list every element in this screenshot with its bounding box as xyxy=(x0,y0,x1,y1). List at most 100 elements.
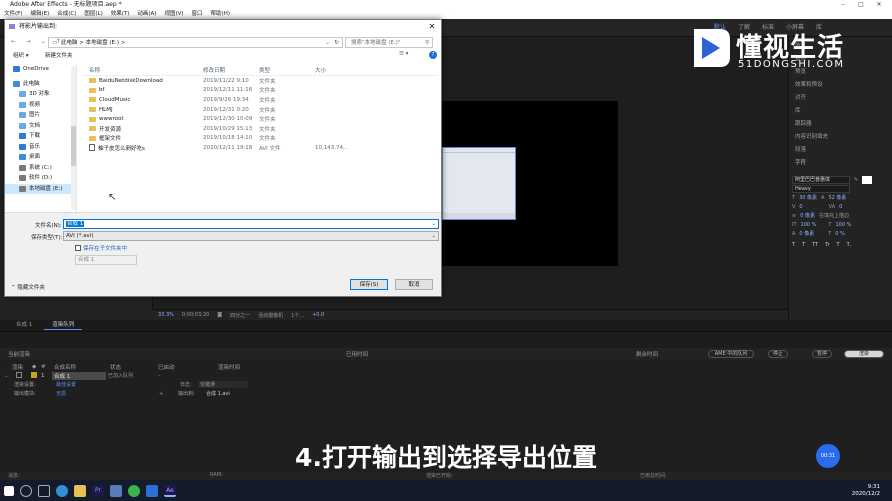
resolution-select[interactable]: 四分之一 xyxy=(230,312,250,319)
view-options-icon[interactable]: ☰ ▾ xyxy=(399,51,408,57)
timecode[interactable]: 0;00;03;20 xyxy=(182,312,209,318)
file-explorer-icon[interactable] xyxy=(74,484,86,497)
nav-item[interactable]: 此电脑 xyxy=(5,79,76,90)
address-bar[interactable]: ▭ 此电脑 > 本地磁盘 (E:) > ⌄ ↻ xyxy=(48,37,343,48)
edge-icon[interactable] xyxy=(56,484,68,497)
render-button[interactable]: 渲染 xyxy=(844,350,884,358)
close-icon[interactable]: ✕ xyxy=(870,0,888,10)
path-root[interactable]: 此电脑 xyxy=(61,40,78,46)
menu-item[interactable]: 帮助(H) xyxy=(211,10,230,19)
search-icon[interactable] xyxy=(20,484,32,497)
nav-item[interactable]: 音乐 xyxy=(5,142,76,153)
premiere-icon[interactable]: Pr xyxy=(92,484,104,497)
nav-item[interactable]: 视频 xyxy=(5,100,76,111)
render-settings-link[interactable]: 最佳设置 xyxy=(56,381,76,388)
nav-item[interactable]: 软件 (D:) xyxy=(5,173,76,184)
file-row[interactable]: 开发资源 2019/10/29 15:13 文件夹 xyxy=(83,124,438,134)
text-style-button[interactable]: Tr xyxy=(825,242,829,248)
filename-dropdown-icon[interactable]: ⌄ xyxy=(431,220,436,229)
minimize-icon[interactable]: – xyxy=(834,0,852,10)
baseline-value[interactable]: 0 像素 xyxy=(799,230,814,237)
font-size-value[interactable]: 30 像素 xyxy=(799,194,817,201)
panel-item[interactable]: 段落 xyxy=(795,144,886,157)
text-style-button[interactable]: T, xyxy=(847,242,852,248)
file-row[interactable]: 框架文件 2019/10/18 14:10 文件夹 xyxy=(83,134,438,144)
menu-item[interactable]: 视图(V) xyxy=(164,10,183,19)
nav-item[interactable]: 文档 xyxy=(5,121,76,132)
nav-item[interactable]: 桌面 xyxy=(5,152,76,163)
filetype-dropdown-icon[interactable]: ⌄ xyxy=(431,232,436,241)
label-color-icon[interactable] xyxy=(31,372,37,378)
font-style-select[interactable]: Heavy xyxy=(792,184,850,193)
text-style-button[interactable]: T xyxy=(802,242,805,248)
pause-button[interactable]: 暂停 xyxy=(812,350,832,358)
render-checkbox[interactable] xyxy=(16,372,22,378)
horizontal-scale-value[interactable]: 100 % xyxy=(835,222,851,228)
add-output-icon[interactable]: + xyxy=(159,391,163,397)
filetype-select[interactable]: AVI (*.avi) ⌄ xyxy=(63,231,439,241)
ame-queue-button[interactable]: AME 中的队列 xyxy=(708,350,754,358)
help-icon[interactable]: ? xyxy=(429,51,437,59)
file-row[interactable]: BaiduNetdiskDownload 2019/11/22 9:10 文件夹 xyxy=(83,76,438,86)
nav-item[interactable]: OneDrive xyxy=(5,64,76,75)
file-row[interactable]: wwwroot 2019/12/30 10:09 文件夹 xyxy=(83,114,438,124)
dropdown-icon[interactable]: ⌄ xyxy=(325,38,330,48)
nav-item[interactable]: 3D 对象 xyxy=(5,89,76,100)
path-drive[interactable]: 本地磁盘 (E:) xyxy=(86,40,119,46)
file-row[interactable]: CloudMusic 2019/9/26 19:34 文件夹 xyxy=(83,95,438,105)
col-name[interactable]: 名称 xyxy=(83,66,203,74)
menu-item[interactable]: 图层(L) xyxy=(84,10,102,19)
camera-select[interactable]: 活动摄像机 xyxy=(258,312,283,319)
menu-item[interactable]: 窗口 xyxy=(192,10,203,19)
panel-item[interactable]: 对齐 xyxy=(795,92,886,105)
panel-item[interactable]: 库 xyxy=(795,105,886,118)
col-date[interactable]: 修改日期 xyxy=(203,66,259,74)
menu-item[interactable]: 动画(A) xyxy=(137,10,156,19)
file-row[interactable]: 柚子皮怎么剥好吃s 2020/12/11 19:18 AVI 文件 10,143,74… xyxy=(83,143,438,153)
tracking-value[interactable]: 0 xyxy=(839,204,842,210)
filename-input[interactable]: 合成 1 ⌄ xyxy=(63,219,439,229)
nav-scrollbar[interactable] xyxy=(71,66,76,210)
col-size[interactable]: 大小 xyxy=(315,66,355,74)
organize-button[interactable]: 组织 ▾ xyxy=(13,51,29,59)
file-row[interactable]: bf 2019/12/11 11:16 文件夹 xyxy=(83,86,438,96)
after-effects-icon[interactable]: Ae xyxy=(164,484,176,497)
nav-item[interactable]: 下载 xyxy=(5,131,76,142)
vertical-scale-value[interactable]: 100 % xyxy=(801,222,817,228)
refresh-icon[interactable]: ↻ xyxy=(334,38,339,48)
nav-item[interactable]: 图片 xyxy=(5,110,76,121)
tsume-value[interactable]: 0 % xyxy=(835,231,845,237)
app-icon[interactable] xyxy=(110,484,122,497)
views-select[interactable]: 1个... xyxy=(291,312,304,319)
subfolder-label[interactable]: 保存在子文件夹中 xyxy=(83,244,127,252)
tab-render-queue[interactable]: 渲染队列 xyxy=(44,321,83,330)
kerning-value[interactable]: 0 xyxy=(799,204,802,210)
panel-item[interactable]: 内容识别填充 xyxy=(795,131,886,144)
col-type[interactable]: 类型 xyxy=(259,66,315,74)
expand-icon[interactable]: ⌄ xyxy=(4,373,9,379)
nav-item[interactable]: 本地磁盘 (E:) xyxy=(5,183,76,194)
menu-item[interactable]: 文件(F) xyxy=(4,10,22,19)
menu-item[interactable]: 合成(C) xyxy=(57,10,76,19)
panel-item[interactable]: 跟踪器 xyxy=(795,118,886,131)
row-comp-name[interactable]: 合成 1 xyxy=(52,371,106,380)
eyedropper-icon[interactable]: ✎ xyxy=(854,177,858,183)
fill-color-swatch[interactable] xyxy=(862,175,873,184)
render-queue-row[interactable]: ⌄ 1 合成 1 已加入队列 - xyxy=(0,371,300,380)
zoom-value[interactable]: 33.3% xyxy=(158,312,174,318)
new-folder-button[interactable]: 新建文件夹 xyxy=(45,51,73,59)
dialog-close-icon[interactable]: ✕ xyxy=(427,20,437,33)
leading-value[interactable]: 52 像素 xyxy=(828,194,846,201)
menu-item[interactable]: 效果(T) xyxy=(111,10,130,19)
save-button[interactable]: 保存(S) xyxy=(350,279,388,290)
font-family-select[interactable]: 阿里巴巴普惠体 xyxy=(792,175,850,184)
menu-item[interactable]: 编辑(E) xyxy=(30,10,49,19)
task-view-icon[interactable] xyxy=(38,484,50,497)
text-style-button[interactable]: TT xyxy=(812,242,818,248)
browser-icon[interactable] xyxy=(146,484,158,497)
file-row[interactable]: HLMJ 2019/12/31 0:20 文件夹 xyxy=(83,105,438,115)
subfolder-checkbox[interactable] xyxy=(75,245,81,251)
exposure-value[interactable]: +0.0 xyxy=(312,312,324,318)
hide-folders-toggle[interactable]: ⌃ 隐藏文件夹 xyxy=(11,283,45,291)
text-style-button[interactable]: T xyxy=(837,242,840,248)
